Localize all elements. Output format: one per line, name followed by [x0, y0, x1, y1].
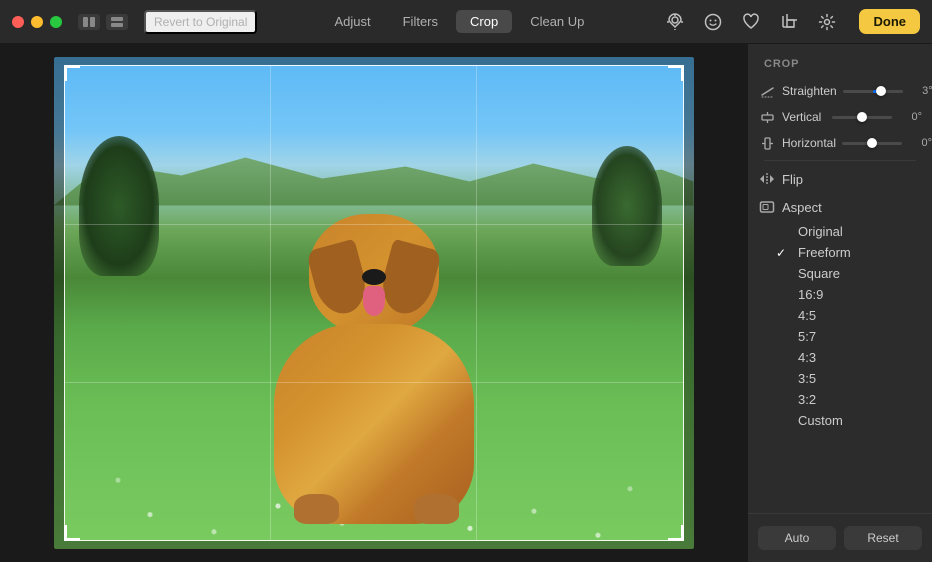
aspect-item-original[interactable]: Original [776, 221, 932, 242]
aspect-label-freeform: Freeform [798, 245, 851, 260]
window-tile-left[interactable] [78, 14, 100, 30]
panel-title: CROP [748, 44, 932, 78]
dog-paw-right [414, 494, 459, 524]
aspect-item-square[interactable]: Square [776, 263, 932, 284]
straighten-thumb[interactable] [876, 86, 886, 96]
horizontal-slider[interactable] [842, 142, 902, 145]
aspect-label-5-7: 5:7 [798, 329, 816, 344]
aspect-icon [758, 199, 776, 215]
photo-container[interactable] [54, 57, 694, 549]
tree-right [592, 146, 662, 266]
straighten-slider[interactable] [843, 90, 903, 93]
tab-cleanup[interactable]: Clean Up [516, 10, 598, 33]
straighten-icon [758, 82, 776, 100]
location-icon[interactable] [661, 8, 689, 36]
flip-icon [758, 171, 776, 187]
vertical-slider[interactable] [832, 116, 892, 119]
done-button[interactable]: Done [859, 9, 920, 34]
vertical-thumb[interactable] [857, 112, 867, 122]
image-area [0, 44, 747, 562]
dog [254, 204, 494, 524]
aspect-list: Original ✓ Freeform Square 16:9 4:5 5:7 [748, 221, 932, 431]
dog-ear-right [375, 239, 441, 320]
vertical-row: Vertical 0° [748, 104, 932, 130]
maximize-button[interactable] [50, 16, 62, 28]
gear-icon[interactable] [813, 8, 841, 36]
aspect-label-original: Original [798, 224, 843, 239]
horizontal-icon [758, 134, 776, 152]
flip-label: Flip [782, 172, 803, 187]
reset-button[interactable]: Reset [844, 526, 922, 550]
window-tile-right[interactable] [106, 14, 128, 30]
vertical-value: 0° [898, 111, 922, 123]
crop-icon[interactable] [775, 8, 803, 36]
panel-footer: Auto Reset [748, 513, 932, 562]
horizontal-value: 0° [908, 137, 932, 149]
aspect-item-4-5[interactable]: 4:5 [776, 305, 932, 326]
aspect-label-16-9: 16:9 [798, 287, 823, 302]
dog-nose [362, 269, 386, 285]
straighten-label: Straighten [782, 84, 837, 98]
aspect-item-4-3[interactable]: 4:3 [776, 347, 932, 368]
vertical-label: Vertical [782, 110, 826, 124]
traffic-lights [12, 16, 62, 28]
aspect-row[interactable]: Aspect [748, 193, 932, 221]
aspect-check-freeform: ✓ [776, 246, 790, 260]
dog-tongue [363, 286, 385, 316]
heart-icon[interactable] [737, 8, 765, 36]
aspect-label-3-2: 3:2 [798, 392, 816, 407]
straighten-value: 3° [909, 85, 932, 97]
aspect-label-square: Square [798, 266, 840, 281]
aspect-item-3-2[interactable]: 3:2 [776, 389, 932, 410]
photo-background [54, 57, 694, 549]
titlebar: Revert to Original Adjust Filters Crop C… [0, 0, 932, 44]
emoji-icon[interactable] [699, 8, 727, 36]
aspect-item-freeform[interactable]: ✓ Freeform [776, 242, 932, 263]
photo-scene [54, 57, 694, 549]
right-panel: CROP Straighten 3° [747, 44, 932, 562]
divider-1 [764, 160, 916, 161]
close-button[interactable] [12, 16, 24, 28]
window-controls [78, 14, 128, 30]
aspect-label-4-3: 4:3 [798, 350, 816, 365]
main-content: CROP Straighten 3° [0, 44, 932, 562]
horizontal-label: Horizontal [782, 136, 836, 150]
straighten-row: Straighten 3° [748, 78, 932, 104]
dog-body-main [274, 324, 474, 524]
horizontal-row: Horizontal 0° [748, 130, 932, 156]
aspect-item-16-9[interactable]: 16:9 [776, 284, 932, 305]
tab-adjust[interactable]: Adjust [320, 10, 384, 33]
auto-button[interactable]: Auto [758, 526, 836, 550]
aspect-item-3-5[interactable]: 3:5 [776, 368, 932, 389]
vertical-icon [758, 108, 776, 126]
aspect-label-3-5: 3:5 [798, 371, 816, 386]
aspect-label: Aspect [782, 200, 822, 215]
dog-head [309, 214, 439, 334]
horizontal-thumb[interactable] [867, 138, 877, 148]
nav-tabs: Adjust Filters Crop Clean Up [320, 10, 598, 33]
aspect-label-4-5: 4:5 [798, 308, 816, 323]
toolbar-icons: Done [661, 8, 920, 36]
minimize-button[interactable] [31, 16, 43, 28]
tab-crop[interactable]: Crop [456, 10, 512, 33]
aspect-item-custom[interactable]: Custom [776, 410, 932, 431]
aspect-label-custom: Custom [798, 413, 843, 428]
aspect-item-5-7[interactable]: 5:7 [776, 326, 932, 347]
flip-row[interactable]: Flip [748, 165, 932, 193]
tab-filters[interactable]: Filters [389, 10, 452, 33]
revert-to-original-button[interactable]: Revert to Original [144, 10, 257, 34]
tree-left [79, 136, 159, 276]
dog-paw-left [294, 494, 339, 524]
